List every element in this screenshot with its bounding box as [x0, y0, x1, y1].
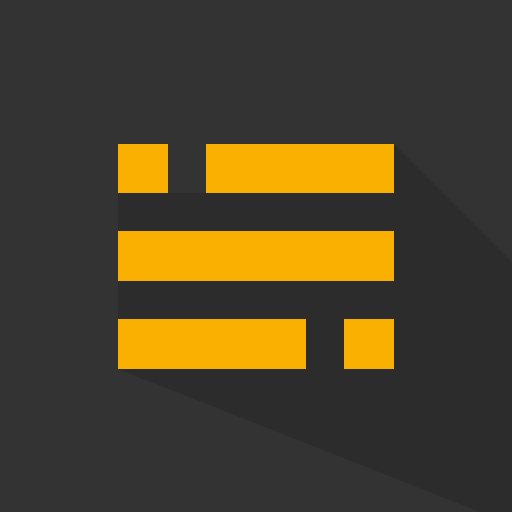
bar-bottom-square	[344, 319, 394, 369]
app-icon	[0, 0, 512, 512]
bar-top-long	[206, 144, 394, 193]
text-lines-logo-icon	[0, 0, 512, 512]
bar-top-square	[118, 144, 168, 193]
bar-middle-full	[118, 231, 394, 281]
bar-bottom-long	[118, 319, 306, 369]
